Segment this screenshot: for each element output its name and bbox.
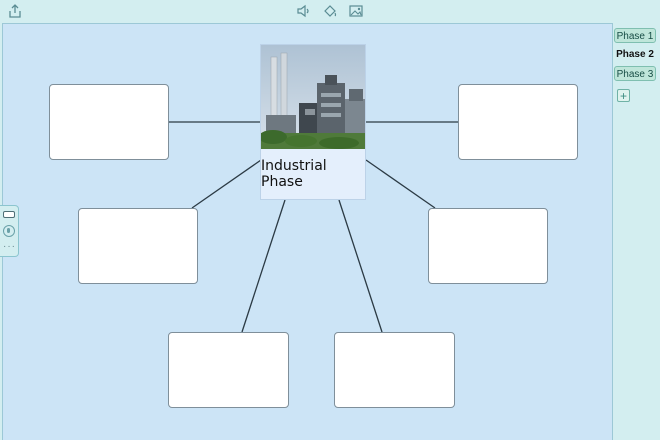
top-toolbar	[0, 0, 660, 22]
more-options-icon[interactable]: ···	[3, 242, 16, 252]
tab-phase-2[interactable]: Phase 2	[614, 47, 656, 62]
text-box-bottom-left[interactable]	[168, 332, 289, 408]
text-box-mid-right[interactable]	[428, 208, 548, 284]
text-box-bottom-right[interactable]	[334, 332, 455, 408]
center-topic-title[interactable]: Industrial Phase	[261, 158, 365, 190]
share-icon[interactable]	[7, 3, 23, 19]
paint-bucket-icon[interactable]	[322, 3, 338, 19]
center-topic-card[interactable]: Industrial Phase	[260, 44, 366, 200]
add-phase-button[interactable]: +	[617, 89, 630, 102]
microphone-icon[interactable]	[3, 225, 15, 237]
side-tool-panel: ···	[0, 205, 19, 257]
tab-phase-1[interactable]: Phase 1	[614, 28, 656, 43]
phase-panel: Phase 1 Phase 2 Phase 3	[614, 23, 660, 440]
industrial-factory-photo	[261, 45, 365, 149]
tab-phase-3[interactable]: Phase 3	[614, 66, 656, 81]
text-box-top-right[interactable]	[458, 84, 578, 160]
text-box-mid-left[interactable]	[78, 208, 198, 284]
text-box-top-left[interactable]	[49, 84, 169, 160]
image-icon[interactable]	[348, 3, 364, 19]
shape-rectangle-icon[interactable]	[3, 211, 15, 218]
audio-icon[interactable]	[296, 3, 312, 19]
